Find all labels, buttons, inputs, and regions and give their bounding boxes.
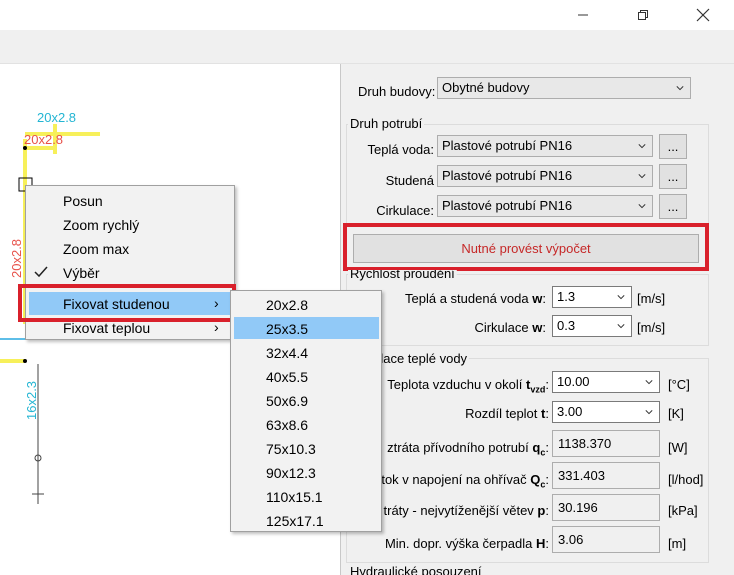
hot-water-label: Teplá voda: [367, 142, 435, 157]
pipe-node [23, 359, 27, 363]
hot-cold-speed-value: 1.3 [557, 289, 576, 304]
pump-head-text: Min. dopr. výška čerpadla [384, 536, 533, 551]
hot-cold-speed-text: Teplá a studená voda [405, 291, 529, 306]
ambient-temp-text: Teplota vzduchu v okolí [387, 377, 523, 392]
menu-item-fixovat-teplou[interactable]: Fixovat teplou [63, 320, 150, 336]
hydraulic-check-title: Hydraulické posouzení [350, 564, 482, 575]
temp-diff-select[interactable]: 3.00 [552, 401, 660, 423]
flow-rate-field: 331.403 [552, 462, 660, 489]
submenu-item-size[interactable]: 20x2.8 [266, 297, 308, 313]
close-icon [696, 8, 710, 22]
chevron-down-icon [638, 204, 646, 209]
menu-item-zoom-max[interactable]: Zoom max [63, 241, 129, 257]
ambient-temp-unit: [°C] [668, 377, 690, 392]
chevron-down-icon [617, 295, 625, 300]
chevron-down-icon [645, 380, 653, 385]
submenu-item-size[interactable]: 63x8.6 [266, 417, 308, 433]
circulation-speed-value: 0.3 [557, 318, 576, 333]
circulation-speed-select[interactable]: 0.3 [552, 315, 632, 337]
submenu-item-size[interactable]: 32x4.4 [266, 345, 308, 361]
circulation-pipe-value: Plastové potrubí PN16 [442, 198, 573, 213]
building-type-value: Obytné budovy [442, 80, 530, 95]
circulation-pipe-select[interactable]: Plastové potrubí PN16 [437, 195, 653, 217]
chevron-down-icon [617, 324, 625, 329]
minimize-icon [578, 14, 588, 16]
hot-water-pipe-select[interactable]: Plastové potrubí PN16 [437, 135, 653, 157]
highlight-frame-calculate [343, 223, 709, 271]
highlight-frame-fixovat [18, 284, 236, 322]
heat-loss-field: 1138.370 [552, 430, 660, 457]
cold-water-pipe-select[interactable]: Plastové potrubí PN16 [437, 165, 653, 187]
circulation-speed-text: Cirkulace [474, 320, 529, 335]
building-type-select[interactable]: Obytné budovy [437, 77, 691, 99]
menu-item-zoom-rychly[interactable]: Zoom rychlý [63, 217, 139, 233]
cold-water-label: Studená [385, 173, 434, 188]
pipe-label: 20x2.8 [24, 132, 63, 147]
hot-cold-speed-label: Teplá a studená voda w: [405, 291, 546, 306]
cold-water-pipe-value: Plastové potrubí PN16 [442, 168, 573, 183]
pressure-loss-symbol: p [537, 503, 546, 518]
flow-rate-text: tok v napojení na ohřívač [381, 472, 527, 487]
building-type-label: Druh budovy: [358, 84, 436, 99]
ambient-temp-value: 10.00 [557, 374, 590, 389]
maximize-button[interactable] [620, 0, 666, 30]
circulation-label: Cirkulace: [376, 203, 434, 218]
maximize-icon [638, 10, 648, 20]
flow-rate-symbol: Q [530, 472, 541, 487]
submenu-item-size: 25x3.5 [266, 321, 309, 337]
pipe-label: 20x2.8 [9, 239, 24, 278]
pipe-size-submenu: 20x2.8 25x3.5 32x4.4 40x5.5 50x6.9 63x8.… [230, 290, 382, 532]
pump-head-symbol: H [535, 536, 546, 551]
close-button[interactable] [680, 0, 726, 30]
heat-loss-unit: [W] [668, 440, 688, 455]
pressure-loss-field: 30.196 [552, 494, 660, 521]
menu-item-vyber[interactable]: Výběr [63, 265, 100, 281]
pressure-loss-unit: [kPa] [668, 503, 698, 518]
submenu-item-size[interactable]: 110x15.1 [266, 489, 323, 505]
submenu-item-size[interactable]: 90x12.3 [266, 465, 316, 481]
submenu-item-size[interactable]: 50x6.9 [266, 393, 308, 409]
hot-cold-speed-unit: [m/s] [637, 291, 666, 306]
pump-head-field: 3.06 [552, 526, 660, 553]
hot-water-more-button[interactable]: ... [659, 134, 687, 159]
hot-water-pipe-value: Plastové potrubí PN16 [442, 138, 573, 153]
hot-cold-speed-symbol: w [532, 291, 543, 306]
circulation-speed-symbol: w [532, 320, 543, 335]
chevron-down-icon [638, 174, 646, 179]
heat-loss-sub: c [540, 447, 546, 458]
temp-diff-text: Rozdíl teplot [465, 406, 538, 421]
temp-diff-value: 3.00 [557, 404, 583, 419]
flow-speed-group [346, 274, 709, 346]
cold-water-more-button[interactable]: ... [659, 164, 687, 189]
pressure-loss-text: tráty - nejvytíženější větev [383, 503, 534, 518]
temp-diff-symbol: t [541, 406, 546, 421]
ambient-temp-sub: vzd [530, 384, 546, 395]
chevron-down-icon [676, 86, 684, 91]
title-bar [0, 0, 734, 30]
submenu-item-size[interactable]: 75x10.3 [266, 441, 316, 457]
toolbar-strip [0, 30, 734, 64]
ambient-temp-select[interactable]: 10.00 [552, 371, 660, 393]
chevron-down-icon [638, 144, 646, 149]
flow-rate-sub: c [540, 479, 546, 490]
minimize-button[interactable] [560, 0, 606, 30]
pump-head-unit: [m] [668, 536, 687, 551]
checkmark-icon [34, 266, 48, 278]
pipe-label: 16x2.3 [24, 381, 39, 420]
chevron-down-icon [645, 410, 653, 415]
circulation-speed-label: Cirkulace w: [474, 320, 546, 335]
menu-item-posun[interactable]: Posun [63, 193, 103, 209]
pipe-label: 20x2.8 [37, 110, 76, 125]
temp-diff-unit: [K] [668, 406, 684, 421]
pump-head-label: Min. dopr. výška čerpadla H: [384, 536, 549, 551]
circulation-more-button[interactable]: ... [659, 194, 687, 219]
submenu-item-size[interactable]: 40x5.5 [266, 369, 308, 385]
heat-loss-text: ztráta přívodního potrubí [387, 440, 529, 455]
hot-cold-speed-select[interactable]: 1.3 [552, 286, 632, 308]
submenu-item-size[interactable]: 125x17.1 [266, 513, 324, 529]
flow-rate-unit: [l/hod] [668, 472, 704, 487]
circulation-speed-unit: [m/s] [637, 320, 666, 335]
pipe-type-group-title: Druh potrubí [348, 116, 425, 131]
